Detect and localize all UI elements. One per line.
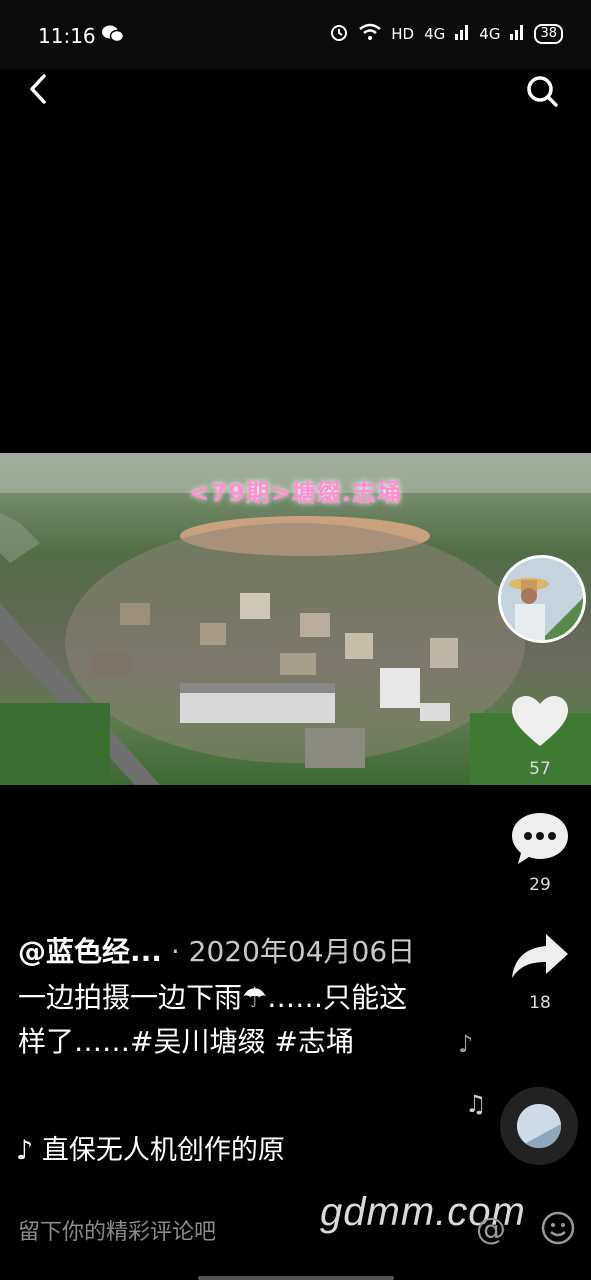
search-icon (527, 76, 558, 107)
signal-bars-icon (455, 24, 469, 44)
hd-label: HD (391, 25, 415, 43)
like-button[interactable]: 57 (500, 694, 580, 779)
status-bar: 11:16 HD 4G 4G 38 (0, 0, 591, 70)
floating-music-note-icon: ♪ (458, 1030, 474, 1058)
comment-input[interactable]: 留下你的精彩评论吧 (18, 1214, 216, 1246)
home-indicator[interactable] (198, 1276, 394, 1280)
alarm-icon (329, 22, 349, 46)
floating-music-notes-icon: ♫ (465, 1090, 487, 1118)
comment-bubble-icon (512, 813, 568, 864)
share-count: 18 (529, 993, 551, 1013)
back-button[interactable] (24, 70, 54, 110)
post-caption[interactable]: 一边拍摄一边下雨☂……只能这样了……#吴川塘缀 #志埇 (18, 976, 428, 1064)
heart-icon (512, 696, 568, 746)
status-time: 11:16 (38, 24, 96, 48)
music-info[interactable]: ♪ 直保无人机创作的原 (16, 1128, 285, 1167)
comment-count: 29 (529, 875, 551, 895)
author-avatar[interactable] (498, 555, 586, 643)
back-arrow-icon (30, 74, 46, 104)
wechat-notification-icon (102, 24, 125, 48)
status-icons: HD 4G 4G 38 (329, 22, 563, 46)
wifi-icon (359, 23, 382, 45)
music-disc[interactable] (500, 1087, 578, 1165)
battery-indicator: 38 (534, 24, 563, 44)
search-button[interactable] (523, 70, 563, 110)
avatar-photo (501, 558, 583, 640)
music-title: 直保无人机创作的原 (41, 1135, 285, 1166)
share-arrow-icon (512, 934, 568, 978)
like-count: 57 (529, 759, 551, 779)
video-overlay-title: <79期>塘缀.志埇 (189, 479, 402, 507)
music-note-icon: ♪ (16, 1135, 34, 1166)
at-icon[interactable]: @ (476, 1212, 506, 1247)
author-line: @蓝色经... · 2020年04月06日 (18, 930, 415, 970)
signal-4g-2: 4G (479, 25, 501, 43)
signal-bars-icon-2 (510, 24, 524, 44)
signal-4g-1: 4G (424, 25, 446, 43)
emoji-icon[interactable] (540, 1210, 576, 1250)
author-name[interactable]: @蓝色经... (18, 935, 162, 968)
comment-button[interactable]: 29 (500, 810, 580, 895)
share-button[interactable]: 18 (500, 928, 580, 1013)
post-date: · 2020年04月06日 (170, 935, 416, 968)
music-disc-cover (517, 1104, 561, 1148)
